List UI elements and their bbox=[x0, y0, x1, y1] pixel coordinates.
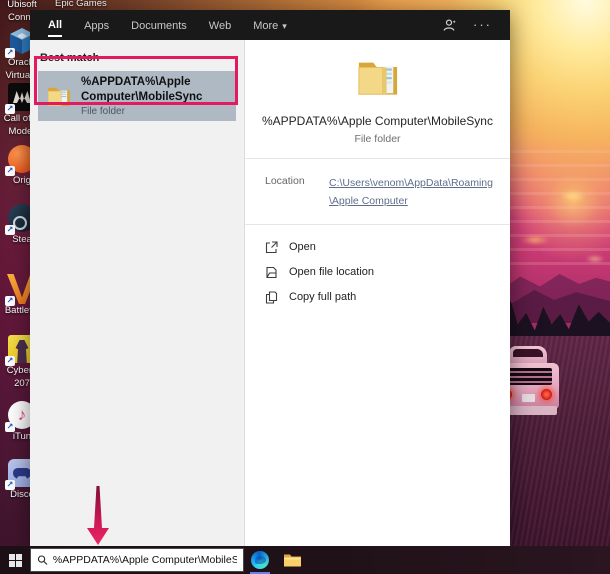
tab-all[interactable]: All bbox=[48, 13, 62, 37]
actions-list: Open Open file location bbox=[245, 225, 510, 320]
shortcut-arrow-icon: ↗ bbox=[5, 356, 15, 366]
folder-icon-large bbox=[355, 56, 401, 98]
tab-web[interactable]: Web bbox=[209, 14, 231, 36]
folder-icon bbox=[46, 84, 72, 108]
open-file-location-icon bbox=[265, 266, 278, 279]
best-match-result[interactable]: %APPDATA%\Apple Computer\MobileSync File… bbox=[38, 71, 236, 121]
account-icon[interactable] bbox=[442, 18, 457, 32]
tab-more[interactable]: More ▾ bbox=[253, 14, 287, 36]
tab-documents[interactable]: Documents bbox=[131, 14, 187, 36]
open-icon bbox=[265, 241, 278, 254]
start-button[interactable] bbox=[0, 546, 30, 574]
desktop-icon-label: Orig bbox=[13, 176, 31, 187]
action-open[interactable]: Open bbox=[265, 235, 496, 260]
desktop-screen: Ubisoft Conne Epic Games ↗ Oracle Virtua… bbox=[0, 0, 610, 574]
action-open-file-location[interactable]: Open file location bbox=[265, 260, 496, 285]
shortcut-arrow-icon: ↗ bbox=[5, 422, 15, 432]
windows-search-flyout: All Apps Documents Web More ▾ ··· bbox=[30, 10, 510, 546]
best-match-header: Best match bbox=[36, 46, 238, 69]
chevron-down-icon: ▾ bbox=[282, 21, 287, 32]
result-type: File folder bbox=[81, 106, 202, 117]
search-results-panel: Best match %APPDATA%\Apple Computer\Mobi… bbox=[30, 40, 245, 546]
desktop-icon-label: 207 bbox=[14, 379, 30, 390]
search-icon bbox=[37, 554, 48, 566]
shortcut-arrow-icon: ↗ bbox=[5, 104, 15, 114]
desktop-icon-label: Stea bbox=[12, 235, 32, 246]
taskbar: %APPDATA%\Apple Computer\MobileSync bbox=[0, 546, 610, 574]
result-title: Computer\MobileSync bbox=[81, 90, 202, 105]
action-label: Open bbox=[289, 241, 316, 253]
shortcut-arrow-icon: ↗ bbox=[5, 296, 15, 306]
shortcut-arrow-icon: ↗ bbox=[5, 225, 15, 235]
desktop-icon-label: iTun bbox=[13, 432, 31, 443]
wallpaper-valley-light bbox=[520, 235, 550, 245]
location-row: Location C:\Users\venom\AppData\Roaming\… bbox=[245, 159, 510, 225]
details-title: %APPDATA%\Apple Computer\MobileSync bbox=[255, 114, 500, 128]
file-explorer-icon bbox=[283, 553, 302, 568]
taskbar-search-box[interactable]: %APPDATA%\Apple Computer\MobileSync bbox=[30, 548, 244, 572]
action-label: Copy full path bbox=[289, 291, 356, 303]
tab-apps[interactable]: Apps bbox=[84, 14, 109, 36]
result-title: %APPDATA%\Apple bbox=[81, 75, 202, 90]
taskbar-file-explorer-button[interactable] bbox=[276, 546, 308, 574]
more-options-icon[interactable]: ··· bbox=[473, 20, 492, 30]
shortcut-arrow-icon: ↗ bbox=[5, 480, 15, 490]
location-link[interactable]: C:\Users\venom\AppData\Roaming\Apple Com… bbox=[329, 174, 496, 211]
edge-icon bbox=[251, 551, 269, 569]
action-label: Open file location bbox=[289, 266, 374, 278]
desktop-icon-epic-games[interactable]: Epic Games bbox=[55, 0, 107, 9]
wallpaper-sun-reflection bbox=[560, 190, 586, 202]
copy-icon bbox=[265, 291, 278, 304]
details-hero: %APPDATA%\Apple Computer\MobileSync File… bbox=[245, 40, 510, 159]
details-subtitle: File folder bbox=[255, 133, 500, 145]
taskbar-edge-button[interactable] bbox=[244, 546, 276, 574]
location-label: Location bbox=[265, 174, 329, 211]
taskbar-search-value: %APPDATA%\Apple Computer\MobileSync bbox=[53, 554, 237, 566]
shortcut-arrow-icon: ↗ bbox=[5, 166, 15, 176]
shortcut-arrow-icon: ↗ bbox=[5, 48, 15, 58]
action-copy-full-path[interactable]: Copy full path bbox=[265, 285, 496, 310]
result-details-panel: %APPDATA%\Apple Computer\MobileSync File… bbox=[245, 40, 510, 546]
wallpaper-valley-light bbox=[585, 255, 605, 263]
search-tabbar: All Apps Documents Web More ▾ ··· bbox=[30, 10, 510, 40]
windows-logo-icon bbox=[9, 554, 22, 567]
